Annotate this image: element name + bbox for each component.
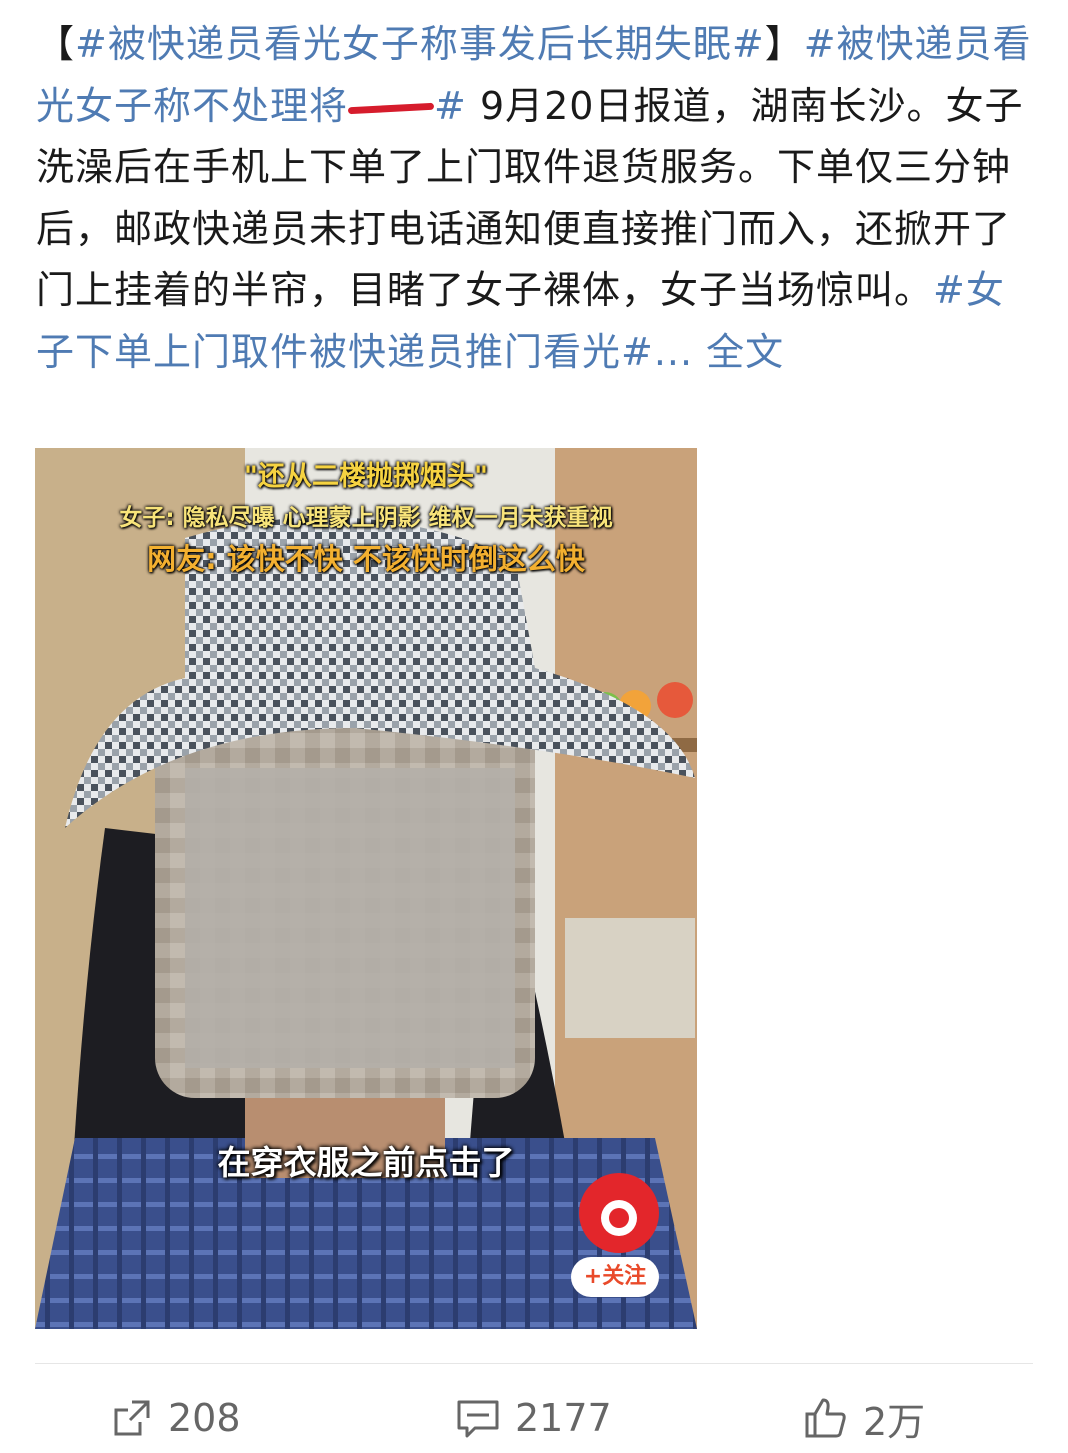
follow-button[interactable]: +关注 <box>571 1257 659 1297</box>
share-icon <box>114 1400 150 1436</box>
channel-logo-icon <box>569 1170 669 1256</box>
divider <box>35 1363 1033 1364</box>
share-button[interactable]: 208 <box>110 1390 241 1446</box>
video-caption-woman: 女子: 隐私尽曝 心理蒙上阴影 维权一月未获重视 <box>119 505 613 531</box>
thumbs-up-icon <box>805 1398 846 1438</box>
comment-button[interactable]: 2177 <box>455 1390 612 1446</box>
like-count: 2万 <box>863 1399 926 1444</box>
hashtag-link[interactable]: #被快递员看光女子称事发后长期失眠# <box>75 22 765 66</box>
video-thumbnail[interactable]: "还从二楼抛掷烟头" 女子: 隐私尽曝 心理蒙上阴影 维权一月未获重视 网友: … <box>35 448 697 1329</box>
share-count: 208 <box>168 1396 241 1440</box>
video-caption-quote: "还从二楼抛掷烟头" <box>243 461 489 492</box>
post-text: 【#被快递员看光女子称事发后长期失眠#】#被快递员看光女子称不处理将 # 9月20… <box>36 22 1032 374</box>
comment-count: 2177 <box>515 1396 612 1440</box>
like-button[interactable]: 2万 <box>803 1390 925 1446</box>
ellipsis: ... <box>653 329 707 374</box>
read-more-link[interactable]: 全文 <box>706 330 784 374</box>
red-scribble-redaction <box>348 95 434 121</box>
comment-icon <box>457 1400 499 1438</box>
video-caption-netizen: 网友: 该快不快 不该快时倒这么快 <box>147 542 585 576</box>
